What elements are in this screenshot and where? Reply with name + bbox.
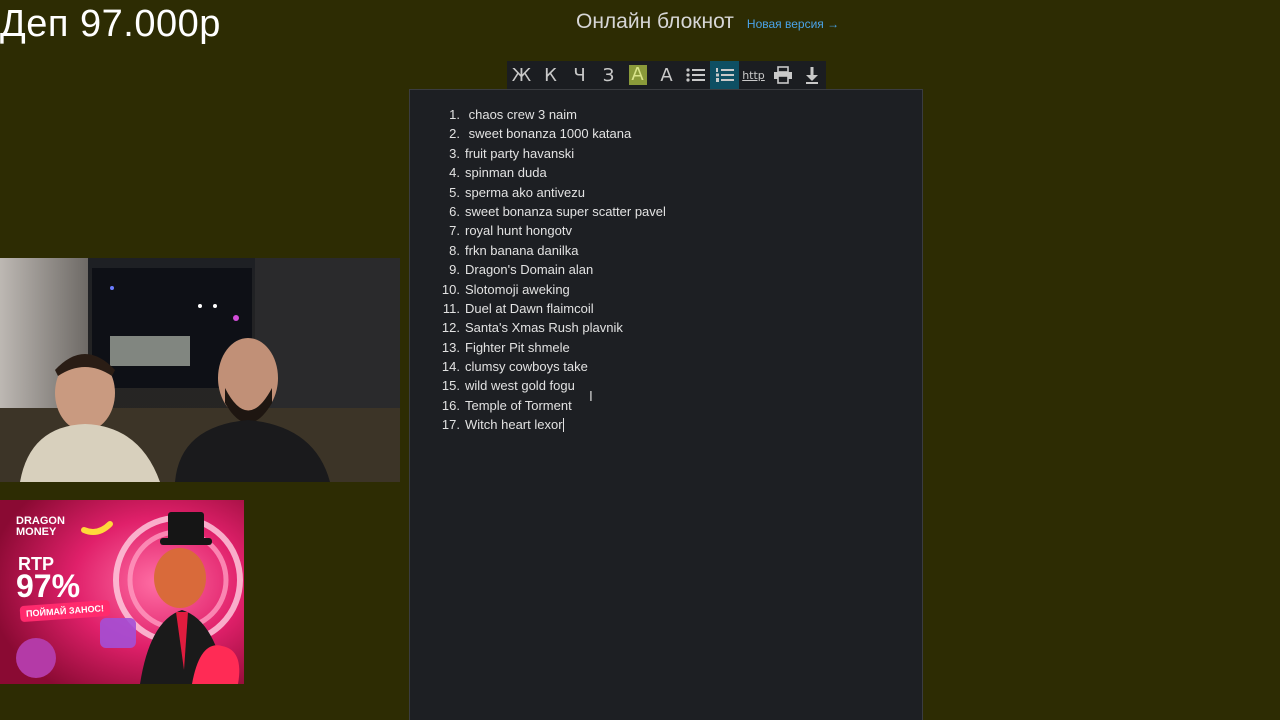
download-button[interactable] [797, 61, 826, 89]
list-item-text: Duel at Dawn flaimcoil [465, 300, 594, 316]
list-item-number: 10. [441, 281, 460, 297]
list-item: 8. frkn banana danilka [440, 241, 666, 260]
list-item-number: 14. [441, 359, 460, 375]
list-item: 4. spinman duda [440, 163, 666, 182]
list-item-number: 2. [449, 126, 460, 142]
italic-button[interactable]: К [536, 61, 565, 89]
list-item-number: 3. [449, 145, 460, 161]
list-item-text: Witch heart lexor [465, 417, 563, 433]
list-item-text: chaos crew 3 naim [465, 107, 577, 122]
list-item-text: Dragon's Domain alan [465, 262, 594, 278]
promo-brand-text: DRAGON MONEY [16, 515, 65, 538]
list-item-text: clumsy cowboys take [465, 359, 588, 375]
list-item-number: 11. [442, 300, 460, 316]
strikethrough-icon: З [602, 64, 615, 86]
list-item: 7. royal hunt hongotv [440, 221, 666, 240]
list-item: 10. Slotomoji aweking [440, 280, 666, 299]
list-item-text: Santa's Xmas Rush plavnik [465, 320, 623, 336]
promo-rtp-value: 97% [16, 568, 81, 604]
link-icon: http [742, 68, 765, 82]
list-item-text: wild west gold fogu [465, 378, 575, 394]
download-icon [805, 67, 818, 84]
numbered-list-button[interactable] [710, 61, 739, 89]
list-item-number: 5. [449, 184, 460, 200]
list-item-text: royal hunt hongotv [465, 223, 572, 239]
list-item: 5. sperma ako antivezu [440, 183, 666, 202]
text-caret [562, 418, 564, 433]
list-item: 9. Dragon's Domain alan [440, 260, 666, 279]
bold-button[interactable]: Ж [507, 61, 536, 89]
list-item-number: 13. [441, 339, 460, 355]
list-item-number: 9. [449, 262, 460, 278]
list-item: 14. clumsy cowboys take [440, 357, 666, 376]
list-item: 11. Duel at Dawn flaimcoil [440, 299, 666, 318]
webcam-image [0, 258, 400, 482]
underline-icon: Ч [573, 64, 586, 86]
list-item-text: Temple of Torment [465, 397, 572, 413]
list-item: 15. wild west gold fogu [440, 376, 666, 395]
highlight-button[interactable]: A [623, 61, 652, 89]
notepad-header: Онлайн блокнот Новая версия → [576, 10, 839, 34]
list-item-number: 1. [449, 107, 460, 122]
list-item: 2. sweet bonanza 1000 katana [440, 124, 666, 143]
list-item: 17. Witch heart lexor [440, 415, 666, 434]
list-item: 1. chaos crew 3 naim [440, 105, 666, 124]
mouse-ibeam-cursor-icon: I [589, 390, 593, 405]
text-color-icon: A [660, 64, 673, 86]
list-item: 16. Temple of Torment [440, 396, 666, 415]
numbered-list-icon [715, 68, 734, 82]
page-root: Деп 97.000р Онлайн блокнот Новая версия … [0, 0, 1280, 720]
list-item-text: sperma ako antivezu [465, 184, 585, 200]
deposit-overlay-text: Деп 97.000р [0, 3, 221, 45]
formatting-toolbar: Ж К Ч З A A http [507, 61, 826, 89]
notepad-editor[interactable]: 1. chaos crew 3 naim 2. sweet bonanza 10… [409, 89, 923, 720]
list-item-text: Fighter Pit shmele [465, 339, 570, 355]
list-item: 12. Santa's Xmas Rush plavnik [440, 318, 666, 337]
list-item-number: 8. [449, 242, 460, 258]
list-item-number: 15. [441, 378, 460, 394]
list-item: 6. sweet bonanza super scatter pavel [440, 202, 666, 221]
list-item-text: fruit party havanski [465, 145, 575, 161]
numbered-list: 1. chaos crew 3 naim 2. sweet bonanza 10… [440, 105, 666, 435]
app-title: Онлайн блокнот [576, 10, 734, 33]
dragon-money-promo-banner[interactable]: DRAGON MONEY RTP 97% ПОЙМАЙ ЗАНОС! [0, 500, 244, 684]
new-version-link[interactable]: Новая версия → [747, 17, 839, 31]
webcam-feed [0, 258, 400, 482]
list-item-text: frkn banana danilka [465, 242, 579, 258]
strikethrough-button[interactable]: З [594, 61, 623, 89]
list-item-text: sweet bonanza super scatter pavel [465, 203, 666, 219]
list-item-text: spinman duda [465, 165, 547, 181]
bold-icon: Ж [511, 64, 532, 86]
italic-icon: К [544, 64, 557, 86]
underline-button[interactable]: Ч [565, 61, 594, 89]
list-item-number: 4. [449, 165, 460, 181]
list-item: 3. fruit party havanski [440, 144, 666, 163]
list-item-text: Slotomoji aweking [465, 281, 570, 297]
list-item: 13. Fighter Pit shmele [440, 338, 666, 357]
list-item-text: sweet bonanza 1000 katana [465, 126, 632, 142]
list-item-number: 16. [441, 397, 460, 413]
bullet-list-icon [685, 68, 705, 82]
bullet-list-button[interactable] [681, 61, 710, 89]
list-item-number: 12. [441, 320, 460, 336]
text-color-button[interactable]: A [652, 61, 681, 89]
list-item-number: 17. [441, 417, 460, 433]
print-icon [773, 66, 792, 84]
list-item-number: 6. [449, 203, 460, 219]
link-button[interactable]: http [739, 61, 768, 89]
list-item-number: 7. [449, 223, 460, 239]
print-button[interactable] [768, 61, 797, 89]
highlight-icon: A [628, 65, 647, 85]
